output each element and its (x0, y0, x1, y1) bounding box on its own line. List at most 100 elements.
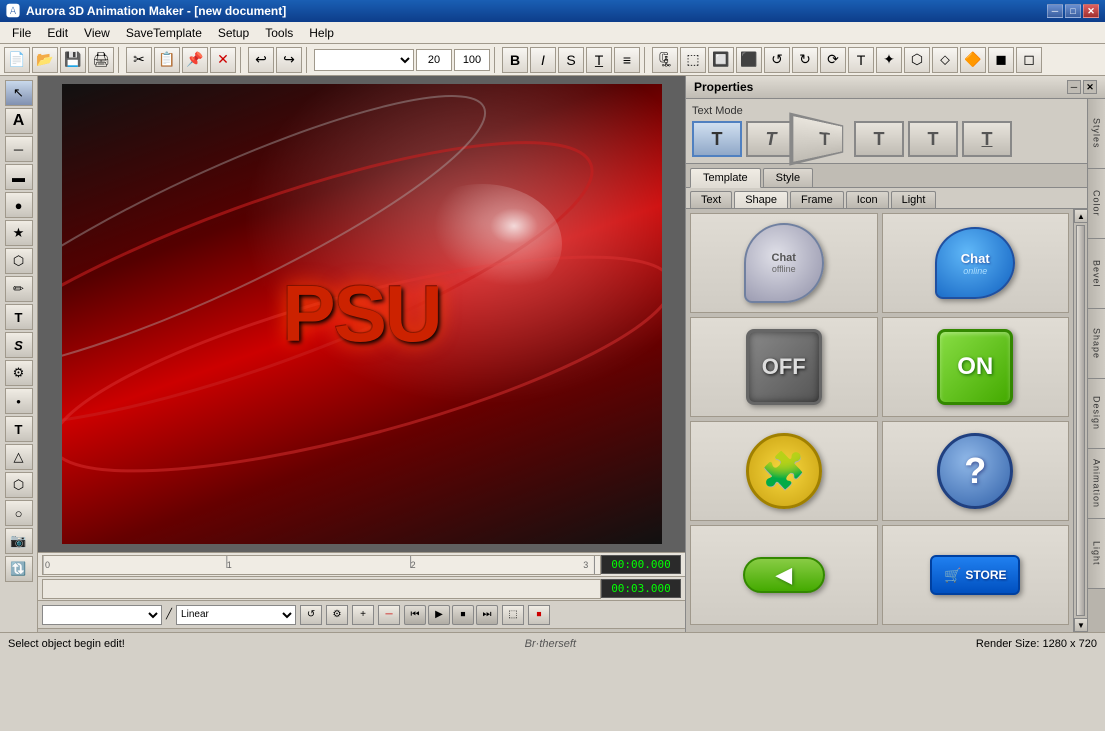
menu-tools[interactable]: Tools (257, 24, 301, 42)
camera-tool[interactable]: 📷 (5, 528, 33, 554)
3d-text-tool[interactable]: T (5, 416, 33, 442)
close-button[interactable]: ✕ (1083, 4, 1099, 18)
hex-tool[interactable]: ⬡ (5, 472, 33, 498)
panel-minimize-btn[interactable]: ─ (1067, 80, 1081, 94)
menu-edit[interactable]: Edit (39, 24, 76, 42)
stop-button[interactable]: ⏹ (452, 605, 474, 625)
text-tool[interactable]: A (5, 108, 33, 134)
3d-btn-3[interactable]: 🔲 (708, 47, 734, 73)
type-tool-2[interactable]: S (5, 332, 33, 358)
settings-btn[interactable]: ⚙ (326, 605, 348, 625)
grid-item-back[interactable]: ◀ (690, 525, 878, 625)
scroll-thumb[interactable] (1076, 225, 1085, 616)
print-button[interactable]: 🖨 (88, 47, 114, 73)
new-button[interactable]: 📄 (4, 47, 30, 73)
undo-button[interactable]: ↩ (248, 47, 274, 73)
mode-btn-5[interactable]: T (908, 121, 958, 157)
play-button[interactable]: ▶ (428, 605, 450, 625)
line-tool[interactable]: ─ (5, 136, 33, 162)
align-button[interactable]: ≡ (614, 47, 640, 73)
scroll-down-arrow[interactable]: ▼ (1074, 618, 1087, 632)
copy-button[interactable]: 📋 (154, 47, 180, 73)
star-tool[interactable]: ★ (5, 220, 33, 246)
grid-item-off[interactable]: OFF (690, 317, 878, 417)
menu-help[interactable]: Help (301, 24, 342, 42)
sub-tab-light[interactable]: Light (891, 191, 937, 208)
grid-item-on[interactable]: ON (882, 317, 1070, 417)
mode-btn-6[interactable]: T (962, 121, 1012, 157)
ellipse-tool[interactable]: ● (5, 192, 33, 218)
3d-btn-4[interactable]: ⬛ (736, 47, 762, 73)
menu-save-template[interactable]: SaveTemplate (118, 24, 210, 42)
rewind-button[interactable]: ⏮ (404, 605, 426, 625)
menu-setup[interactable]: Setup (210, 24, 257, 42)
3d-btn-8[interactable]: T (848, 47, 874, 73)
cut-button[interactable]: ✂ (126, 47, 152, 73)
3d-btn-6[interactable]: ↻ (792, 47, 818, 73)
3d-btn-1[interactable]: 🗜 (652, 47, 678, 73)
select-tool[interactable]: ↖ (5, 80, 33, 106)
3d-btn-12[interactable]: 🔶 (960, 47, 986, 73)
3d-btn-13[interactable]: ◼ (988, 47, 1014, 73)
open-button[interactable]: 📂 (32, 47, 58, 73)
strikethrough-button[interactable]: S (558, 47, 584, 73)
side-tab-design[interactable]: Design (1088, 379, 1105, 449)
polygon-tool[interactable]: ⬡ (5, 248, 33, 274)
mode-btn-1[interactable]: T (692, 121, 742, 157)
3d-btn-10[interactable]: ⬡ (904, 47, 930, 73)
font-size-input[interactable] (416, 49, 452, 71)
side-tab-styles[interactable]: Styles (1088, 99, 1105, 169)
grid-item-chat-online[interactable]: Chat online (882, 213, 1070, 313)
forward-button[interactable]: ⏭ (476, 605, 498, 625)
grid-item-chat-offline[interactable]: Chat offline (690, 213, 878, 313)
canvas-wrapper[interactable]: PSU (38, 76, 685, 552)
panel-close-btn[interactable]: ✕ (1083, 80, 1097, 94)
tab-style[interactable]: Style (763, 168, 813, 187)
rect-tool[interactable]: ▬ (5, 164, 33, 190)
delete-button[interactable]: ✕ (210, 47, 236, 73)
loop-btn[interactable]: ⬚ (502, 605, 524, 625)
sub-tab-icon[interactable]: Icon (846, 191, 889, 208)
add-keyframe-btn[interactable]: + (352, 605, 374, 625)
canvas[interactable]: PSU (62, 84, 662, 544)
circle-tool[interactable]: ○ (5, 500, 33, 526)
point-tool[interactable]: • (5, 388, 33, 414)
timeline-ruler[interactable]: 0 1 2 3 (42, 555, 601, 575)
triangle-tool[interactable]: △ (5, 444, 33, 470)
grid-item-puzzle[interactable]: 🧩 (690, 421, 878, 521)
tab-template[interactable]: Template (690, 168, 761, 188)
side-tab-animation[interactable]: Animation (1088, 449, 1105, 519)
refresh-btn[interactable]: ↺ (300, 605, 322, 625)
3d-btn-9[interactable]: ✦ (876, 47, 902, 73)
sub-tab-frame[interactable]: Frame (790, 191, 844, 208)
text-tool-button[interactable]: T̲ (586, 47, 612, 73)
italic-button[interactable]: I (530, 47, 556, 73)
remove-keyframe-btn[interactable]: ─ (378, 605, 400, 625)
template-scrollbar[interactable]: ▲ ▼ (1073, 209, 1087, 632)
menu-file[interactable]: File (4, 24, 39, 42)
grid-item-store[interactable]: 🛒 STORE (882, 525, 1070, 625)
minimize-button[interactable]: ─ (1047, 4, 1063, 18)
side-tab-bevel[interactable]: Bevel (1088, 239, 1105, 309)
font-dropdown[interactable] (314, 49, 414, 71)
side-tab-shape[interactable]: Shape (1088, 309, 1105, 379)
sub-tab-shape[interactable]: Shape (734, 191, 788, 208)
sub-tab-text[interactable]: Text (690, 191, 732, 208)
type-tool[interactable]: T (5, 304, 33, 330)
3d-btn-5[interactable]: ↺ (764, 47, 790, 73)
3d-btn-2[interactable]: ⬚ (680, 47, 706, 73)
linear-dropdown[interactable]: Linear (176, 605, 296, 625)
mode-btn-4[interactable]: T (854, 121, 904, 157)
menu-view[interactable]: View (76, 24, 118, 42)
paste-button[interactable]: 📌 (182, 47, 208, 73)
3d-btn-7[interactable]: ⟳ (820, 47, 846, 73)
3d-btn-11[interactable]: ⬦ (932, 47, 958, 73)
redo-button[interactable]: ↪ (276, 47, 302, 73)
mode-btn-3[interactable]: T (789, 112, 843, 165)
animation-dropdown[interactable] (42, 605, 162, 625)
save-button[interactable]: 💾 (60, 47, 86, 73)
maximize-button[interactable]: □ (1065, 4, 1081, 18)
refresh-tool[interactable]: 🔃 (5, 556, 33, 582)
bold-button[interactable]: B (502, 47, 528, 73)
grid-item-question[interactable]: ? (882, 421, 1070, 521)
